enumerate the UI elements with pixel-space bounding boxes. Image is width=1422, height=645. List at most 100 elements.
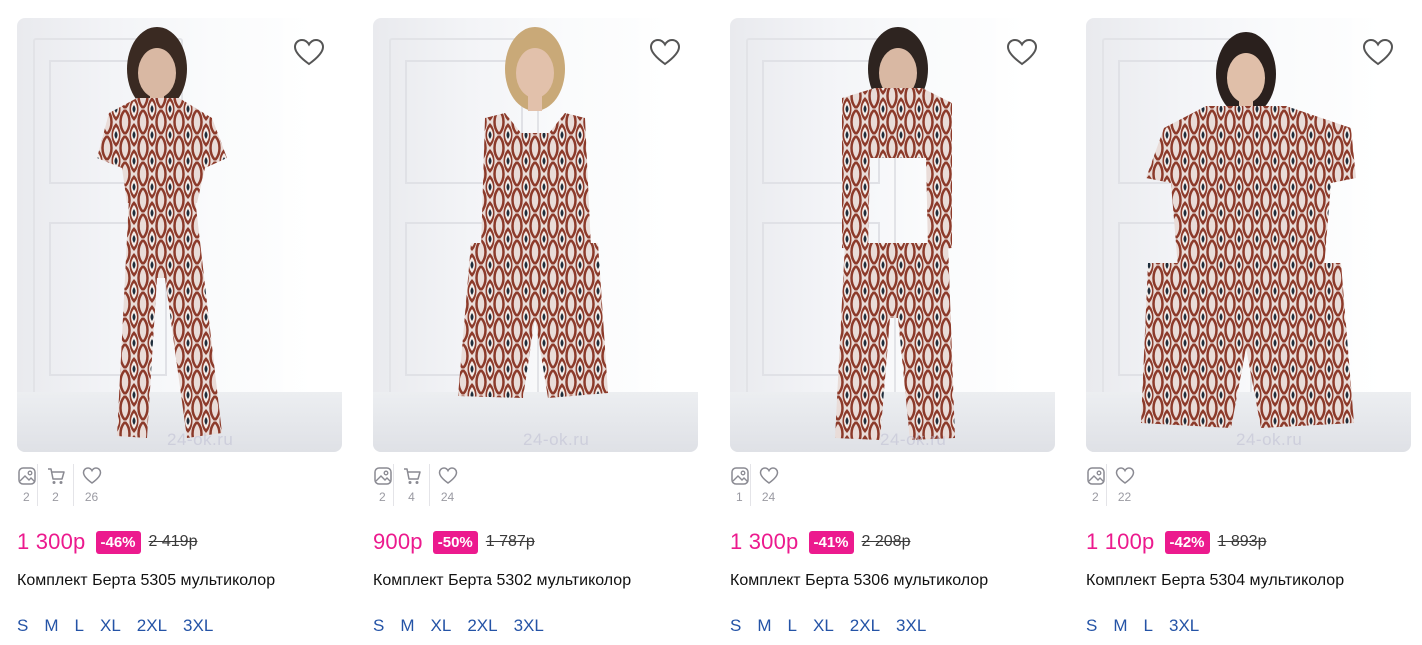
product-stats: 2 4 24: [373, 464, 465, 506]
product-photo[interactable]: 24-ok.ru: [17, 18, 342, 452]
favorite-button[interactable]: [648, 36, 682, 70]
model-top: [842, 88, 952, 250]
model-bottoms: [1141, 263, 1354, 428]
stat-count-in_cart: 2: [52, 490, 59, 504]
stat-count-photos: 2: [379, 490, 386, 504]
favorite-button[interactable]: [1005, 36, 1039, 70]
size-list: S M L XL 2XL 3XL: [17, 616, 213, 636]
stat-count-photos: 2: [1092, 490, 1099, 504]
cart-icon: [47, 468, 65, 484]
size-option[interactable]: 3XL: [514, 616, 544, 636]
watermark: 24-ok.ru: [880, 430, 947, 449]
stat-likes: 24: [750, 464, 786, 506]
favorite-button[interactable]: [292, 36, 326, 70]
size-list: S M L XL 2XL 3XL: [730, 616, 926, 636]
model-top: [481, 113, 591, 248]
product-card[interactable]: 24-ok.ru 2 4 24 900р -50% 1 787р Комплект …: [373, 18, 698, 645]
product-photo[interactable]: 24-ok.ru: [373, 18, 698, 452]
size-option[interactable]: XL: [813, 616, 834, 636]
discount-badge: -46%: [95, 530, 141, 554]
model-bottoms: [835, 243, 955, 440]
heart-icon: [1115, 467, 1134, 484]
size-option[interactable]: XL: [100, 616, 121, 636]
discount-badge: -50%: [432, 530, 478, 554]
price-row: 1 300р -46% 2 419р: [17, 528, 197, 556]
image-icon: [18, 467, 36, 485]
product-title[interactable]: Комплект Берта 5302 мультиколор: [373, 572, 631, 590]
current-price: 1 300р: [17, 529, 86, 554]
size-option[interactable]: M: [400, 616, 414, 636]
model-figure: [458, 27, 608, 398]
heart-outline-icon: [649, 38, 681, 66]
size-option[interactable]: M: [1113, 616, 1127, 636]
size-list: S M L 3XL: [1086, 616, 1199, 636]
stat-photos: 2: [373, 464, 393, 506]
product-grid: 24-ok.ru 2 2 26 1 300р -46% 2 419р Комплек…: [0, 0, 1422, 645]
discount-badge: -41%: [808, 530, 854, 554]
image-icon: [731, 467, 749, 485]
old-price: 1 787р: [485, 533, 535, 550]
heart-icon: [82, 467, 101, 484]
discount-badge: -42%: [1164, 530, 1210, 554]
size-option[interactable]: 3XL: [1169, 616, 1199, 636]
size-option[interactable]: 2XL: [467, 616, 497, 636]
model-top: [97, 98, 227, 203]
heart-icon: [438, 467, 457, 484]
size-option[interactable]: L: [788, 616, 797, 636]
size-option[interactable]: XL: [431, 616, 452, 636]
stat-in_cart: 4: [393, 464, 429, 506]
stat-count-likes: 22: [1117, 490, 1132, 504]
price-row: 900р -50% 1 787р: [373, 528, 535, 556]
cart-icon: [403, 468, 421, 484]
model-figure: [835, 27, 955, 440]
watermark: 24-ok.ru: [1236, 430, 1303, 449]
watermark: 24-ok.ru: [523, 430, 590, 449]
size-option[interactable]: M: [44, 616, 58, 636]
stat-likes: 24: [429, 464, 465, 506]
product-card[interactable]: 24-ok.ru 2 22 1 100р -42% 1 893р Комплект…: [1086, 18, 1411, 645]
stat-photos: 2: [17, 464, 37, 506]
product-photo[interactable]: 24-ok.ru: [1086, 18, 1411, 452]
heart-icon: [759, 467, 778, 484]
size-option[interactable]: S: [1086, 616, 1097, 636]
size-option[interactable]: 2XL: [850, 616, 880, 636]
old-price: 2 208р: [861, 533, 911, 550]
model-figure: [97, 27, 227, 438]
favorite-button[interactable]: [1361, 36, 1395, 70]
product-card[interactable]: 24-ok.ru 1 24 1 300р -41% 2 208р Комплект…: [730, 18, 1055, 645]
model-bottoms: [117, 198, 222, 438]
product-photo[interactable]: 24-ok.ru: [730, 18, 1055, 452]
size-option[interactable]: S: [730, 616, 741, 636]
image-icon: [1087, 467, 1105, 485]
heart-outline-icon: [1362, 38, 1394, 66]
size-option[interactable]: L: [75, 616, 84, 636]
watermark: 24-ok.ru: [167, 430, 234, 449]
stat-count-likes: 26: [84, 490, 99, 504]
size-option[interactable]: 3XL: [896, 616, 926, 636]
size-option[interactable]: 3XL: [183, 616, 213, 636]
price-row: 1 300р -41% 2 208р: [730, 528, 910, 556]
stat-count-in_cart: 4: [408, 490, 415, 504]
size-option[interactable]: 2XL: [137, 616, 167, 636]
product-stats: 2 22: [1086, 464, 1142, 506]
product-title[interactable]: Комплект Берта 5306 мультиколор: [730, 572, 988, 590]
old-price: 1 893р: [1217, 533, 1267, 550]
model-bottoms: [458, 243, 608, 398]
size-option[interactable]: L: [1144, 616, 1153, 636]
product-title[interactable]: Комплект Берта 5304 мультиколор: [1086, 572, 1344, 590]
size-option[interactable]: S: [17, 616, 28, 636]
product-card[interactable]: 24-ok.ru 2 2 26 1 300р -46% 2 419р Комплек…: [17, 18, 342, 645]
product-stats: 2 2 26: [17, 464, 109, 506]
current-price: 1 100р: [1086, 529, 1155, 554]
stat-likes: 22: [1106, 464, 1142, 506]
product-title[interactable]: Комплект Берта 5305 мультиколор: [17, 572, 275, 590]
size-option[interactable]: M: [757, 616, 771, 636]
stat-in_cart: 2: [37, 464, 73, 506]
current-price: 1 300р: [730, 529, 799, 554]
heart-outline-icon: [1006, 38, 1038, 66]
product-stats: 1 24: [730, 464, 786, 506]
model-face: [138, 48, 176, 98]
image-icon: [374, 467, 392, 485]
size-option[interactable]: S: [373, 616, 384, 636]
stat-count-photos: 2: [23, 490, 30, 504]
